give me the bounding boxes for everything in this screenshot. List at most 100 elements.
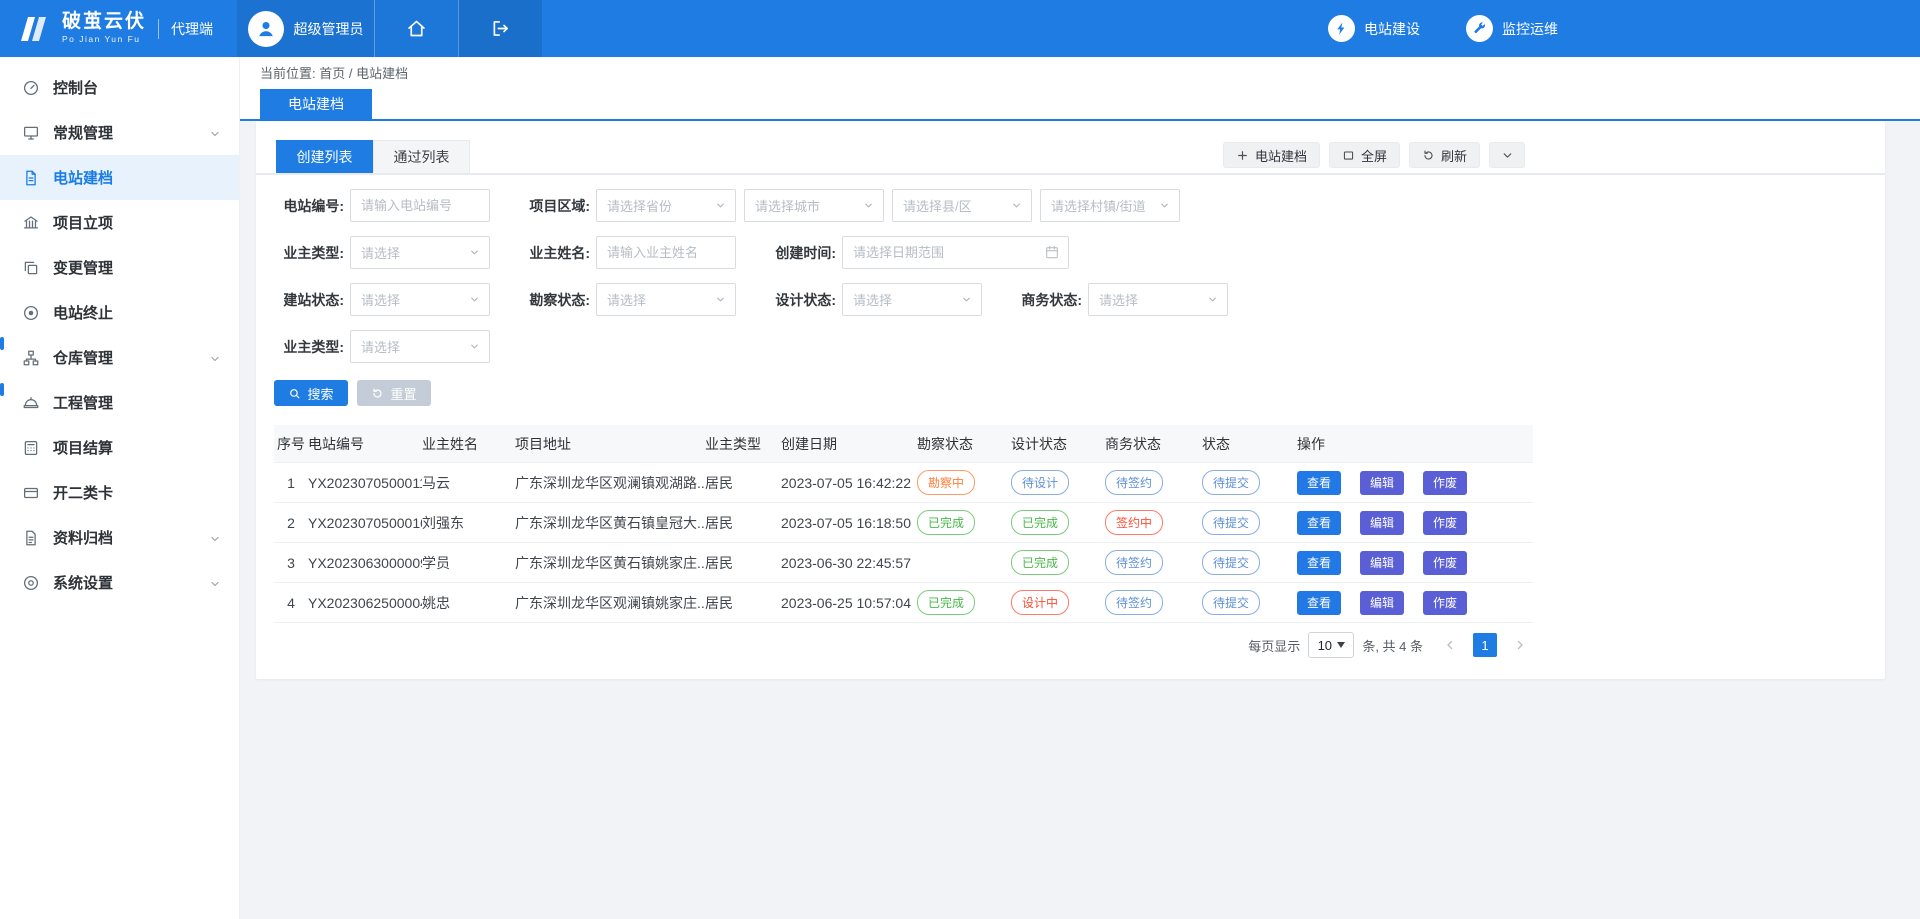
status-badge: 待提交	[1202, 510, 1260, 535]
sidebar-item-label: 变更管理	[53, 257, 221, 278]
edit-button[interactable]: 编辑	[1360, 471, 1404, 495]
refresh-button[interactable]: 刷新	[1409, 142, 1480, 168]
town-select[interactable]: 请选择村镇/街道	[1040, 189, 1180, 222]
tab-passed-list[interactable]: 通过列表	[373, 140, 470, 173]
survey-status-badge: 勘察中	[917, 470, 975, 495]
owner-type2-select[interactable]: 请选择	[350, 330, 490, 363]
sidebar-item-project-settlement[interactable]: 项目结算	[0, 425, 239, 470]
logo-text: 破茧云伏 Po Jian Yun Fu	[62, 12, 146, 44]
sidebar-item-general-management[interactable]: 常规管理	[0, 110, 239, 155]
page-size-select[interactable]: 10	[1308, 632, 1354, 658]
sidebar-item-station-filing[interactable]: 电站建档	[0, 155, 239, 200]
edit-button[interactable]: 编辑	[1360, 551, 1404, 575]
nav-monitor-ops[interactable]: 监控运维	[1466, 15, 1558, 42]
copy-icon	[22, 259, 40, 277]
survey-status-select[interactable]: 请选择	[596, 283, 736, 316]
cell-created: 2023-07-05 16:42:22	[781, 475, 917, 491]
sidebar-item-open-type2-card[interactable]: 开二类卡	[0, 470, 239, 515]
search-label: 搜索	[307, 384, 333, 403]
status-badge: 待提交	[1202, 590, 1260, 615]
business-status-badge: 签约中	[1105, 510, 1163, 535]
filter-business-status: 商务状态: 请选择	[1012, 283, 1228, 316]
sidebar-item-label: 系统设置	[53, 572, 209, 593]
page-tab-station-filing[interactable]: 电站建档	[260, 89, 372, 119]
plus-icon	[1236, 149, 1249, 162]
city-select[interactable]: 请选择城市	[744, 189, 884, 222]
sidebar-item-engineering-management[interactable]: 工程管理	[0, 380, 239, 425]
survey-status-label: 勘察状态:	[520, 290, 590, 310]
refresh-icon	[1422, 149, 1435, 162]
toolbar-more-button[interactable]	[1489, 142, 1525, 168]
province-select[interactable]: 请选择省份	[596, 189, 736, 222]
sidebar-item-system-settings[interactable]: 系统设置	[0, 560, 239, 605]
sidebar-item-data-archive[interactable]: 资料归档	[0, 515, 239, 560]
sidebar-item-label: 仓库管理	[53, 347, 209, 368]
date-range-input[interactable]	[842, 236, 1069, 269]
search-icon	[288, 387, 301, 400]
cell-owner: 学员	[422, 553, 515, 573]
business-status-badge: 待签约	[1105, 470, 1163, 495]
chevron-left-icon	[1444, 639, 1456, 651]
owner-name-input[interactable]	[596, 236, 736, 269]
owner-type-select[interactable]: 请选择	[350, 236, 490, 269]
edit-button[interactable]: 编辑	[1360, 511, 1404, 535]
sidebar-item-change-management[interactable]: 变更管理	[0, 245, 239, 290]
business-status-select[interactable]: 请选择	[1088, 283, 1228, 316]
app-root: 破茧云伏 Po Jian Yun Fu 代理端 超级管理员	[0, 0, 1920, 919]
column-header: 设计状态	[1011, 434, 1105, 454]
lightning-icon	[1328, 15, 1355, 42]
design-status-select[interactable]: 请选择	[842, 283, 982, 316]
breadcrumb-home-link[interactable]: 首页	[319, 66, 345, 81]
user-menu[interactable]: 超级管理员	[237, 0, 374, 57]
design-status-badge: 已完成	[1011, 550, 1069, 575]
business-status-label: 商务状态:	[1012, 290, 1082, 310]
county-select[interactable]: 请选择县/区	[892, 189, 1032, 222]
void-button[interactable]: 作废	[1423, 511, 1467, 535]
dashboard-icon	[22, 79, 40, 97]
page-1-button[interactable]: 1	[1473, 633, 1497, 657]
void-button[interactable]: 作废	[1423, 591, 1467, 615]
chevron-down-icon	[209, 127, 221, 139]
column-header: 勘察状态	[917, 434, 1011, 454]
home-button[interactable]	[374, 0, 458, 57]
sidebar-item-console[interactable]: 控制台	[0, 65, 239, 110]
sidebar-item-label: 开二类卡	[53, 482, 221, 503]
filter-build-status: 建站状态: 请选择	[274, 283, 490, 316]
home-icon	[406, 18, 427, 39]
search-button[interactable]: 搜索	[274, 380, 348, 406]
prev-page-button[interactable]	[1437, 632, 1463, 658]
cell-owner: 姚忠	[422, 593, 515, 613]
status-badge: 待提交	[1202, 470, 1260, 495]
nav-station-construction[interactable]: 电站建设	[1328, 15, 1420, 42]
build-status-select[interactable]: 请选择	[350, 283, 490, 316]
view-button[interactable]: 查看	[1297, 551, 1341, 575]
void-button[interactable]: 作废	[1423, 551, 1467, 575]
void-button[interactable]: 作废	[1423, 471, 1467, 495]
logout-button[interactable]	[458, 0, 542, 57]
date-range-field	[842, 236, 1069, 269]
cell-no: 2	[274, 515, 308, 531]
status-badge: 待提交	[1202, 550, 1260, 575]
view-button[interactable]: 查看	[1297, 591, 1341, 615]
breadcrumb-current: 电站建档	[356, 66, 408, 81]
tab-create-list[interactable]: 创建列表	[276, 140, 373, 173]
sidebar-item-project-initiation[interactable]: 项目立项	[0, 200, 239, 245]
sidebar-item-station-termination[interactable]: 电站终止	[0, 290, 239, 335]
edit-button[interactable]: 编辑	[1360, 591, 1404, 615]
sidebar-item-label: 工程管理	[53, 392, 221, 413]
view-button[interactable]: 查看	[1297, 471, 1341, 495]
table-row: 2 YX2023070500010 刘强东 广东深圳龙华区黄石镇皇冠大... 居…	[274, 503, 1533, 543]
design-status-badge: 待设计	[1011, 470, 1069, 495]
add-station-button[interactable]: 电站建档	[1223, 142, 1320, 168]
view-button[interactable]: 查看	[1297, 511, 1341, 535]
sidebar-item-warehouse-management[interactable]: 仓库管理	[0, 335, 239, 380]
cell-type: 居民	[705, 593, 781, 613]
next-page-button[interactable]	[1507, 632, 1533, 658]
filter-row: 业主类型: 请选择 业主姓名: 创建时间:	[274, 236, 1885, 269]
reset-button[interactable]: 重置	[357, 380, 431, 406]
cell-created: 2023-06-30 22:45:57	[781, 555, 917, 571]
fullscreen-button[interactable]: 全屏	[1329, 142, 1400, 168]
station-no-input[interactable]	[350, 189, 490, 222]
document-icon	[22, 169, 40, 187]
chevron-down-icon	[1159, 200, 1170, 211]
